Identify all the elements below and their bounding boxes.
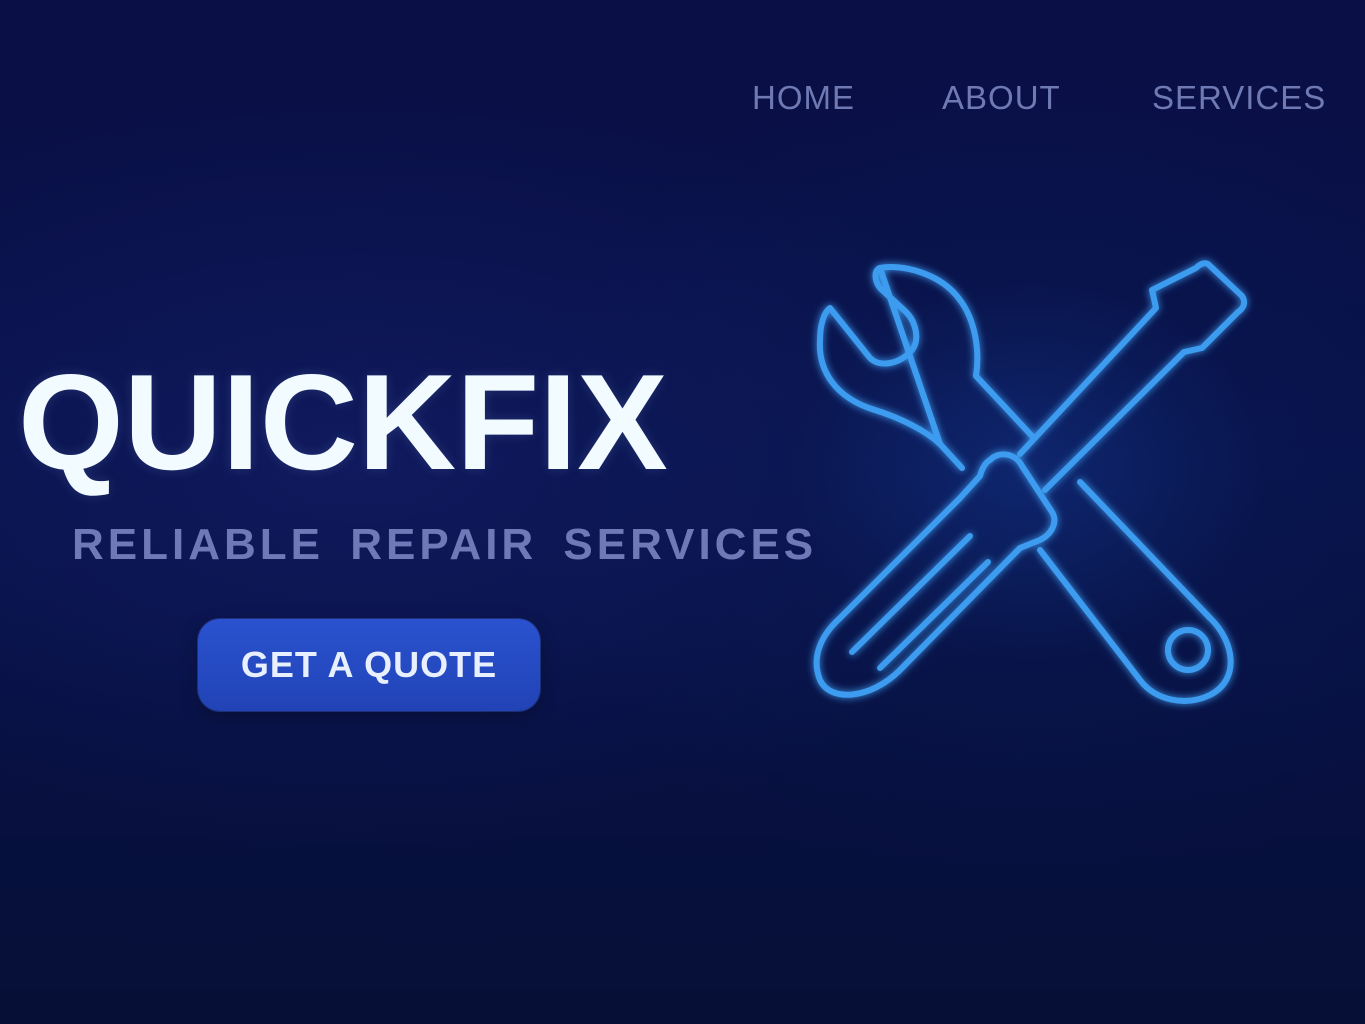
wrench-icon [816, 264, 1234, 704]
nav-link-services[interactable]: SERVICES [1152, 78, 1326, 118]
brand-title: QUICKFIX [18, 346, 668, 498]
nav-link-about[interactable]: ABOUT [942, 78, 1061, 118]
wrench-and-screwdriver-icon [790, 250, 1270, 720]
top-nav: HOME ABOUT SERVICES [0, 78, 1365, 118]
get-quote-button[interactable]: GET A QUOTE [198, 619, 540, 711]
nav-link-home[interactable]: HOME [752, 78, 855, 118]
get-quote-button-label: GET A QUOTE [240, 644, 498, 685]
tagline: RELIABLE REPAIR SERVICES [72, 520, 818, 569]
